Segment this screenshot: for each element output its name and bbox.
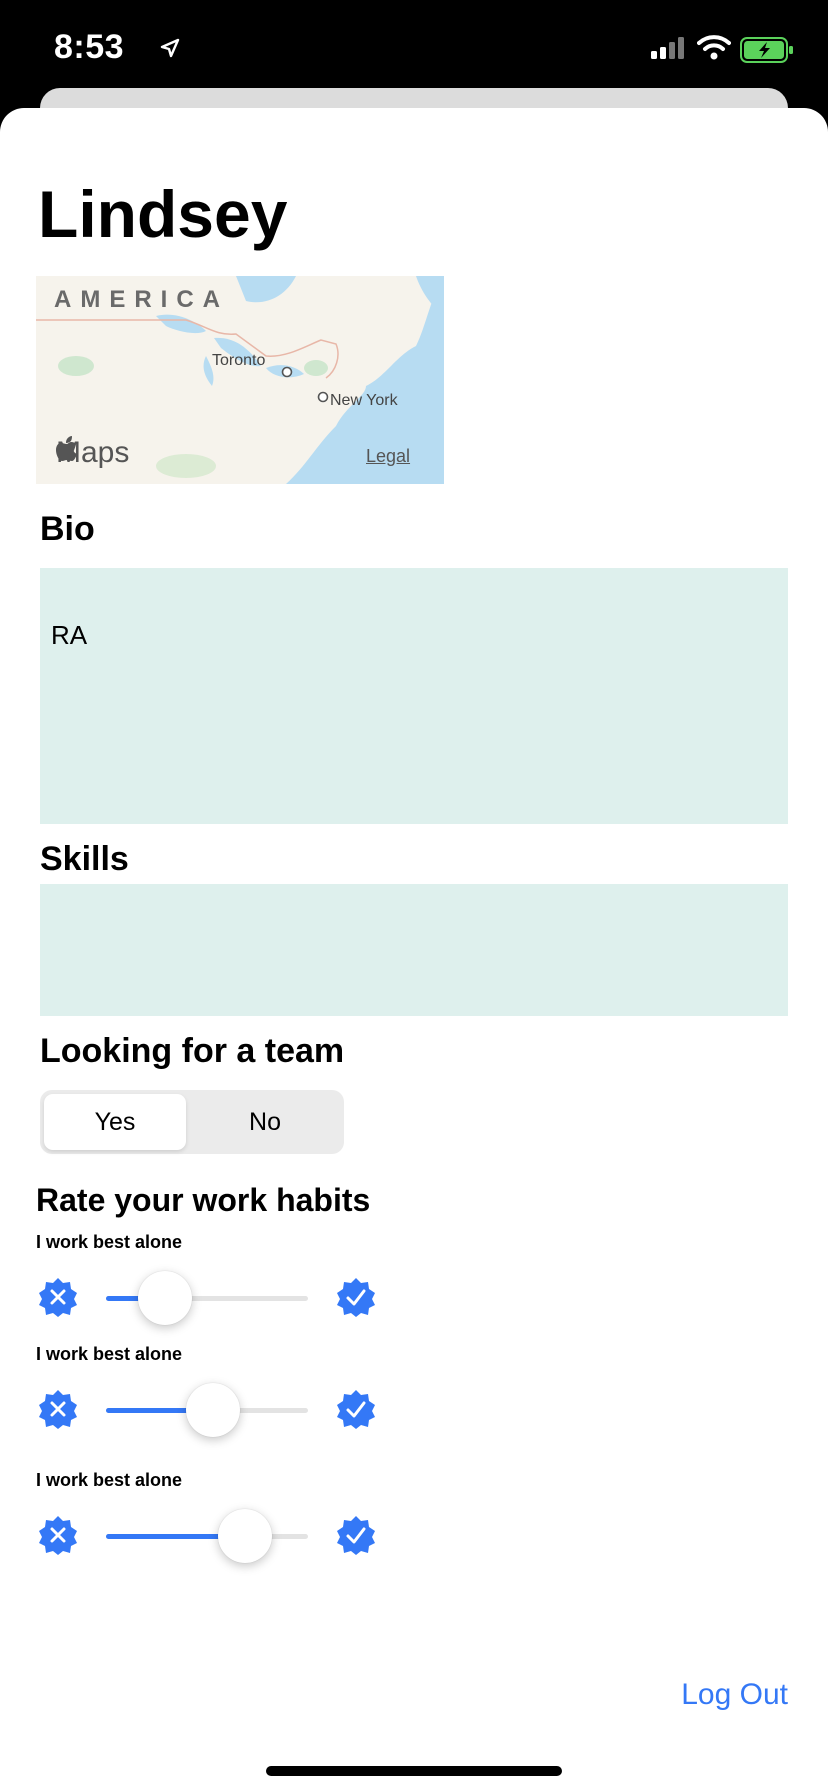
apple-logo-icon [56,436,77,461]
slider-thumb[interactable] [218,1509,273,1563]
work-habits-title: Rate your work habits [36,1182,371,1218]
slider-thumb[interactable] [186,1383,241,1437]
team-segmented-control: Yes No [40,1090,344,1154]
looking-for-team-label: Looking for a team [40,1032,345,1070]
map-city-label: New York [330,392,398,409]
battery-charging-icon [740,37,793,63]
bio-text-value: RA [51,620,88,650]
agree-check-badge-icon[interactable] [336,1516,376,1556]
agree-check-badge-icon[interactable] [336,1390,376,1430]
log-out-button[interactable]: Log Out [681,1678,788,1712]
status-time: 8:53 [54,28,125,66]
disagree-x-badge-icon[interactable] [38,1516,78,1556]
page-title: Lindsey [38,177,288,251]
slider-track[interactable] [106,1296,308,1301]
habit-label: I work best alone [36,1344,183,1364]
segment-no[interactable]: No [194,1094,336,1150]
cellular-signal-icon [651,37,684,59]
habit-slider-row [36,1268,376,1328]
habit-slider-row [36,1506,376,1566]
home-indicator [266,1766,562,1776]
disagree-x-badge-icon[interactable] [38,1278,78,1318]
disagree-x-badge-icon[interactable] [38,1390,78,1430]
location-arrow-icon [160,38,180,58]
skills-text-area[interactable] [40,884,788,1016]
profile-sheet: Lindsey AMERICA Toronto New York Maps Le… [0,108,828,1792]
slider-thumb[interactable] [137,1271,192,1325]
map-legal-link[interactable]: Legal [366,446,410,467]
segment-yes[interactable]: Yes [44,1094,186,1150]
agree-check-badge-icon[interactable] [336,1278,376,1318]
maps-logo: Maps [56,436,129,470]
map-region-label: AMERICA [54,286,229,313]
bio-label: Bio [40,510,95,548]
habit-label: I work best alone [36,1470,183,1490]
skills-label: Skills [40,840,129,878]
habit-label: I work best alone [36,1232,183,1252]
wifi-icon [697,35,731,60]
location-map[interactable]: AMERICA Toronto New York Maps Legal [36,276,444,484]
slider-track[interactable] [106,1534,308,1539]
bio-text-area[interactable]: RA [40,568,788,824]
map-city-label: Toronto [212,352,266,369]
habit-slider-row [36,1380,376,1440]
status-bar: 8:53 [0,0,828,100]
